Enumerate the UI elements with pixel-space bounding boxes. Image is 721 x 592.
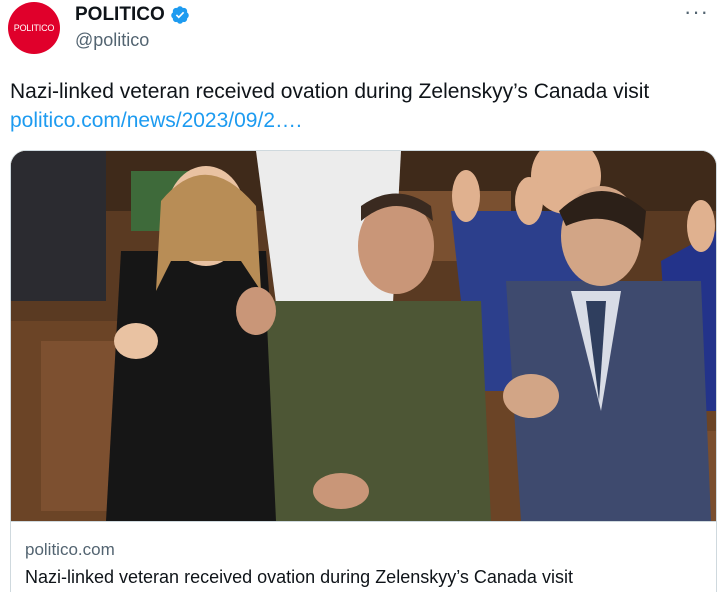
account-name[interactable]: POLITICO [75,4,165,26]
link-card[interactable]: politico.com Nazi-linked veteran receive… [10,150,717,592]
account-name-row: POLITICO [75,4,190,26]
news-photo-image[interactable] [11,151,716,521]
photo-illustration [11,151,716,521]
verified-badge-icon [170,6,189,24]
account-handle[interactable]: @politico [75,30,149,51]
card-domain: politico.com [25,540,115,559]
avatar[interactable]: POLITICO [8,2,60,54]
avatar-logo-text: POLITICO [13,23,55,33]
tweet-text: Nazi-linked veteran received ovation dur… [10,80,650,103]
more-options-icon[interactable]: ··· [684,1,709,23]
card-meta: politico.com Nazi-linked veteran receive… [11,521,716,592]
card-title[interactable]: Nazi-linked veteran received ovation dur… [25,567,573,588]
tweet-link[interactable]: politico.com/news/2023/09/2…. [10,107,302,134]
